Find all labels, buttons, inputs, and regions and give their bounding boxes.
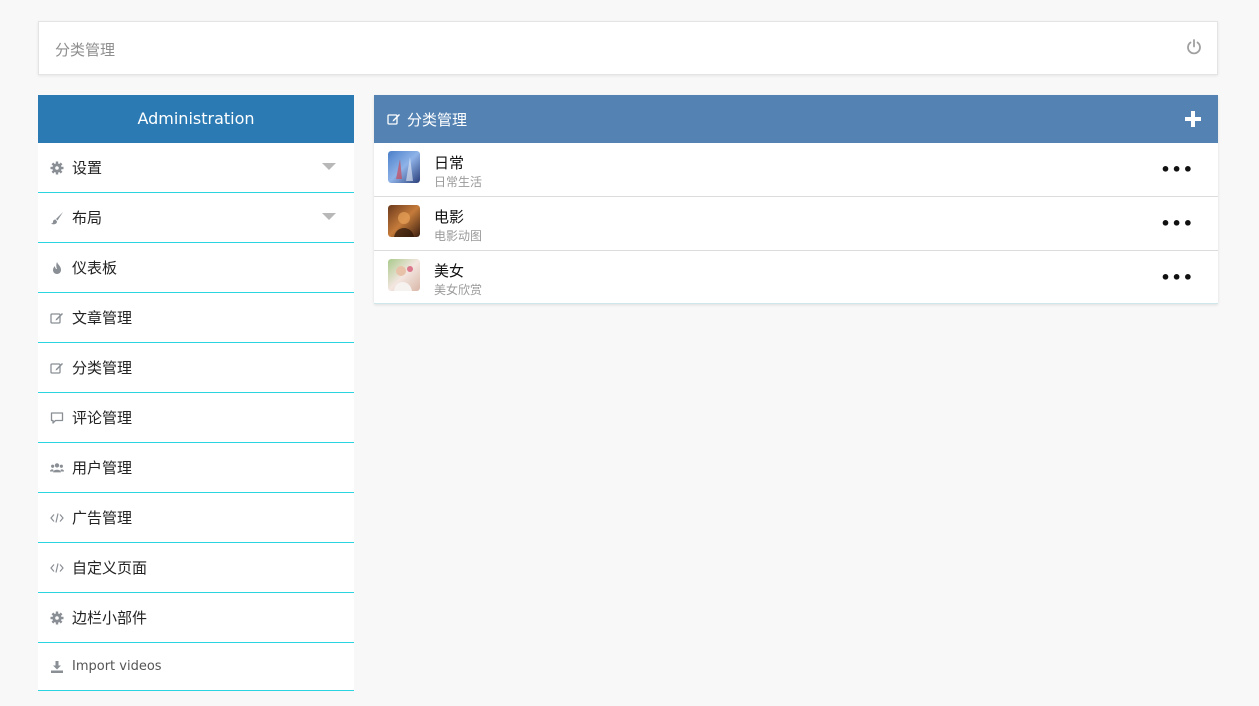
category-description: 电影动图	[434, 229, 483, 243]
list-item[interactable]: 美女 美女欣赏 •••	[374, 251, 1218, 304]
download-icon	[51, 660, 63, 673]
fire-icon	[53, 261, 61, 274]
sidebar-item-custom-pages[interactable]: 自定义页面	[38, 543, 354, 593]
sidebar-item-label: 仪表板	[72, 259, 118, 277]
power-icon[interactable]	[1185, 38, 1203, 56]
sidebar-item-label: 分类管理	[72, 359, 133, 377]
chevron-down-icon[interactable]	[322, 213, 336, 220]
sidebar-item-label: 评论管理	[72, 409, 133, 427]
sidebar-item-articles[interactable]: 文章管理	[38, 293, 354, 343]
sidebar-item-label: Import videos	[72, 659, 162, 674]
category-panel: 分类管理 日常 日常生活 ••• 电影 电影动图 ••• 美女 美女欣赏 •••	[374, 95, 1218, 304]
sidebar-item-categories[interactable]: 分类管理	[38, 343, 354, 393]
sidebar-item-layout[interactable]: 布局	[38, 193, 354, 243]
category-name: 电影	[434, 208, 465, 226]
edit-icon	[50, 362, 63, 374]
sidebar-item-label: 自定义页面	[72, 559, 148, 577]
sidebar-item-label: 用户管理	[72, 459, 133, 477]
more-options-icon[interactable]: •••	[1160, 160, 1194, 179]
panel-header: 分类管理	[374, 95, 1218, 143]
sidebar-item-label: 广告管理	[72, 509, 133, 527]
code-icon	[50, 562, 64, 573]
sidebar-item-label: 边栏小部件	[72, 609, 148, 627]
category-description: 日常生活	[434, 175, 483, 189]
more-options-icon[interactable]: •••	[1160, 268, 1194, 287]
plus-icon[interactable]	[1185, 111, 1201, 127]
chevron-down-icon[interactable]	[322, 163, 336, 170]
sidebar-item-widgets[interactable]: 边栏小部件	[38, 593, 354, 643]
sidebar: Administration 设置 布局 仪表板 文章管理 分类管理 评论管理 …	[38, 95, 354, 691]
more-options-icon[interactable]: •••	[1160, 214, 1194, 233]
brush-icon	[51, 211, 63, 224]
list-item[interactable]: 电影 电影动图 •••	[374, 197, 1218, 251]
sidebar-item-ads[interactable]: 广告管理	[38, 493, 354, 543]
sidebar-item-users[interactable]: 用户管理	[38, 443, 354, 493]
edit-icon	[387, 114, 400, 125]
sidebar-item-label: 文章管理	[72, 309, 133, 327]
sidebar-item-label: 布局	[72, 209, 103, 227]
panel-title: 分类管理	[407, 110, 468, 129]
sidebar-item-label: 设置	[72, 159, 103, 177]
category-name: 日常	[434, 154, 465, 172]
sidebar-item-comments[interactable]: 评论管理	[38, 393, 354, 443]
gear-icon	[50, 161, 64, 174]
code-icon	[50, 512, 64, 523]
sidebar-item-settings[interactable]: 设置	[38, 143, 354, 193]
users-icon	[50, 462, 64, 472]
category-thumbnail	[388, 151, 420, 183]
sidebar-item-dashboard[interactable]: 仪表板	[38, 243, 354, 293]
comment-icon	[50, 411, 64, 424]
sidebar-title: Administration	[38, 95, 354, 143]
category-name: 美女	[434, 262, 465, 280]
category-thumbnail	[388, 205, 420, 237]
gear-icon	[50, 611, 64, 624]
edit-icon	[50, 312, 63, 324]
category-description: 美女欣赏	[434, 283, 483, 297]
sidebar-item-import-videos[interactable]: Import videos	[38, 643, 354, 691]
page-title: 分类管理	[55, 41, 116, 59]
list-item[interactable]: 日常 日常生活 •••	[374, 143, 1218, 197]
top-bar: 分类管理	[38, 21, 1218, 75]
category-thumbnail	[388, 259, 420, 291]
